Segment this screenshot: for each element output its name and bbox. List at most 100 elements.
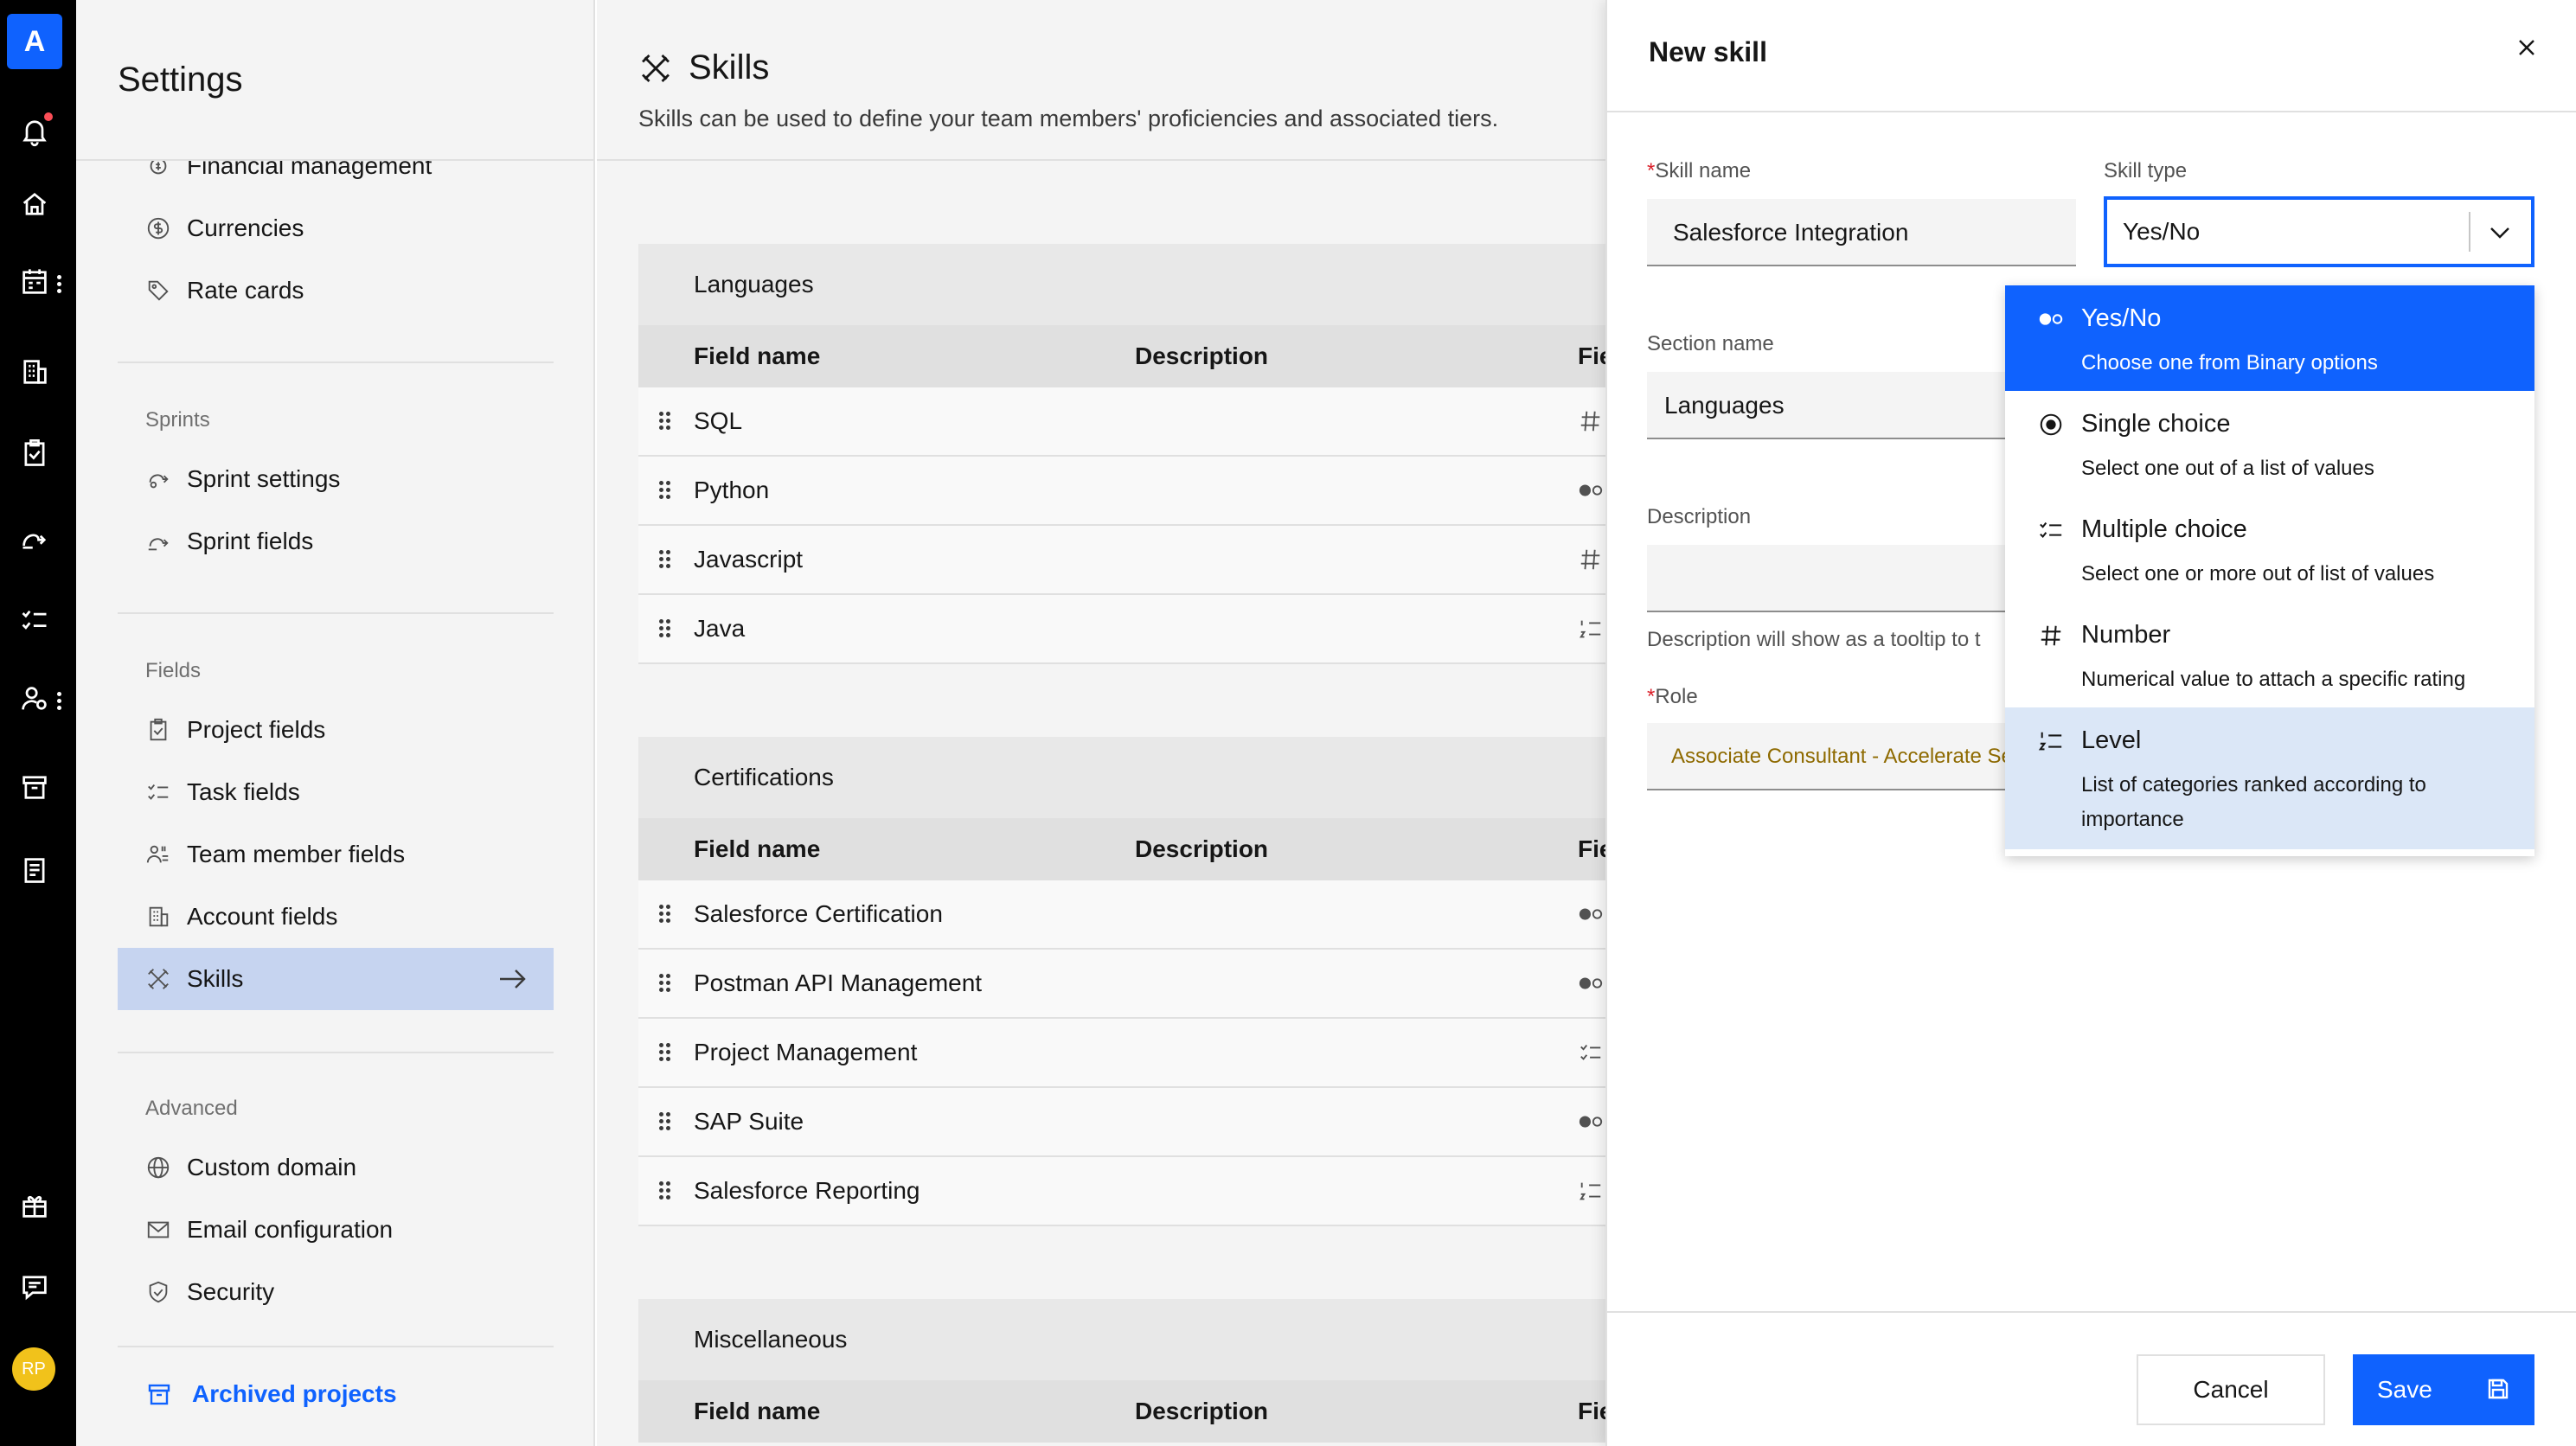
- toggle-icon: [2038, 306, 2064, 332]
- column-field-type: Field type: [1578, 342, 1609, 369]
- sidebar-item-label: Custom domain: [187, 1154, 357, 1180]
- section-heading-fields: Fields: [145, 659, 202, 682]
- drag-handle-icon[interactable]: [659, 1181, 671, 1200]
- sidebar-item-security[interactable]: Security: [145, 1275, 274, 1309]
- building-icon[interactable]: [19, 356, 50, 387]
- table-row[interactable]: Salesforce Certification: [638, 880, 1609, 950]
- drag-handle-icon[interactable]: [659, 905, 671, 924]
- table-row[interactable]: Javascript: [638, 526, 1609, 595]
- group-title: Miscellaneous: [638, 1299, 1609, 1380]
- sidebar-item-label: Sprint fields: [187, 528, 314, 554]
- save-button[interactable]: Save: [2353, 1354, 2534, 1425]
- drag-handle-icon[interactable]: [659, 1043, 671, 1062]
- column-field-name: Field name: [694, 1398, 821, 1424]
- option-description: Select one or more out of list of values: [2081, 562, 2435, 585]
- row-name: Python: [694, 477, 770, 503]
- chat-icon[interactable]: [19, 1271, 50, 1302]
- sidebar-item-rate-cards[interactable]: Rate cards: [145, 273, 304, 308]
- receipt-icon[interactable]: [19, 854, 50, 886]
- option-number[interactable]: Number Numerical value to attach a speci…: [2005, 602, 2534, 707]
- option-description: Choose one from Binary options: [2081, 351, 2378, 374]
- option-level[interactable]: Level List of categories ranked accordin…: [2005, 707, 2534, 849]
- toggle-icon: [1578, 477, 1609, 503]
- sidebar-item-label: Security: [187, 1278, 275, 1305]
- more-dots-icon[interactable]: [57, 275, 62, 294]
- option-yes-no[interactable]: Yes/No Choose one from Binary options: [2005, 285, 2534, 391]
- clipboard-icon[interactable]: [19, 438, 50, 469]
- section-name-label: Section name: [1647, 332, 1774, 355]
- sidebar-item-project-fields[interactable]: Project fields: [145, 713, 325, 747]
- checklist-icon: [1578, 1040, 1609, 1065]
- divider: [118, 612, 554, 614]
- option-label: Level: [2081, 726, 2142, 754]
- description-hint: Description will show as a tooltip to t: [1647, 628, 1981, 651]
- drag-handle-icon[interactable]: [659, 412, 671, 431]
- skill-group-languages: Languages Field name Description Field t…: [638, 244, 1609, 664]
- option-single-choice[interactable]: Single choice Select one out of a list o…: [2005, 391, 2534, 496]
- option-label: Multiple choice: [2081, 515, 2247, 543]
- column-description: Description: [1135, 342, 1269, 369]
- notification-dot: [42, 111, 54, 123]
- gift-icon[interactable]: [19, 1190, 50, 1221]
- sidebar-item-account-fields[interactable]: Account fields: [145, 899, 337, 934]
- archived-projects-link[interactable]: Archived projects: [145, 1380, 397, 1408]
- cancel-button[interactable]: Cancel: [2137, 1354, 2325, 1425]
- sidebar-item-label: Skills: [187, 965, 244, 992]
- option-description: Numerical value to attach a specific rat…: [2081, 668, 2466, 691]
- table-row[interactable]: SAP Suite: [638, 1088, 1609, 1157]
- role-label: *Role: [1647, 685, 1698, 708]
- table-row[interactable]: Python: [638, 457, 1609, 526]
- chevron-up-icon[interactable]: [2488, 221, 2512, 245]
- drag-handle-icon[interactable]: [659, 1112, 671, 1131]
- drag-handle-icon[interactable]: [659, 481, 671, 500]
- home-icon[interactable]: [19, 189, 50, 220]
- sidebar-item-currencies[interactable]: Currencies: [145, 211, 304, 246]
- skills-header: Skills Skills can be used to define your…: [597, 0, 1609, 161]
- team-settings-icon[interactable]: [19, 683, 50, 714]
- page-title: Settings: [118, 61, 243, 99]
- checklist-icon[interactable]: [19, 605, 50, 637]
- skill-type-select[interactable]: Yes/No: [2104, 196, 2534, 267]
- arrow-right-icon: [500, 969, 526, 989]
- app-logo[interactable]: A: [7, 14, 62, 69]
- sidebar-item-email-configuration[interactable]: Email configuration: [145, 1212, 393, 1247]
- group-title: Languages: [638, 244, 1609, 325]
- sidebar-item-skills[interactable]: Skills: [145, 962, 243, 996]
- user-avatar[interactable]: RP: [12, 1347, 55, 1391]
- drag-handle-icon[interactable]: [659, 974, 671, 993]
- skill-name-label: *Skill name: [1647, 159, 1752, 182]
- drag-handle-icon[interactable]: [659, 619, 671, 638]
- option-multiple-choice[interactable]: Multiple choice Select one or more out o…: [2005, 496, 2534, 602]
- table-header: Field name Description Field type: [638, 325, 1609, 387]
- row-name: Java: [694, 615, 746, 642]
- sidebar-item-sprint-settings[interactable]: Sprint settings: [145, 462, 340, 496]
- table-row[interactable]: Project Management: [638, 1019, 1609, 1088]
- app-rail: A RP: [0, 0, 76, 1446]
- sidebar-item-sprint-fields[interactable]: Sprint fields: [145, 524, 313, 559]
- drag-handle-icon[interactable]: [659, 550, 671, 569]
- more-dots-icon[interactable]: [57, 692, 62, 711]
- calendar-icon[interactable]: [19, 266, 50, 298]
- number-icon: [1578, 408, 1609, 434]
- table-row[interactable]: Postman API Management: [638, 950, 1609, 1019]
- settings-sidebar: Financial management Currencies Rate car…: [76, 0, 595, 1446]
- table-row[interactable]: Salesforce Reporting: [638, 1157, 1609, 1226]
- row-name: Salesforce Certification: [694, 900, 943, 927]
- table-row[interactable]: Java: [638, 595, 1609, 664]
- close-icon[interactable]: [2514, 35, 2540, 61]
- archive-box-icon[interactable]: [19, 771, 50, 803]
- column-description: Description: [1135, 835, 1269, 862]
- number-icon: [1578, 547, 1609, 573]
- route-icon[interactable]: [19, 522, 50, 553]
- panel-header: New skill: [1607, 0, 2576, 112]
- sidebar-item-team-member-fields[interactable]: Team member fields: [145, 837, 405, 872]
- sidebar-item-custom-domain[interactable]: Custom domain: [145, 1150, 356, 1185]
- sidebar-item-label: Sprint settings: [187, 465, 341, 492]
- skill-name-input[interactable]: Salesforce Integration: [1647, 199, 2076, 266]
- skill-type-label: Skill type: [2104, 159, 2188, 182]
- table-row[interactable]: SQL: [638, 387, 1609, 457]
- option-description: Select one out of a list of values: [2081, 457, 2374, 480]
- sidebar-item-label: Rate cards: [187, 277, 304, 304]
- sidebar-item-task-fields[interactable]: Task fields: [145, 775, 300, 809]
- divider: [118, 1346, 554, 1347]
